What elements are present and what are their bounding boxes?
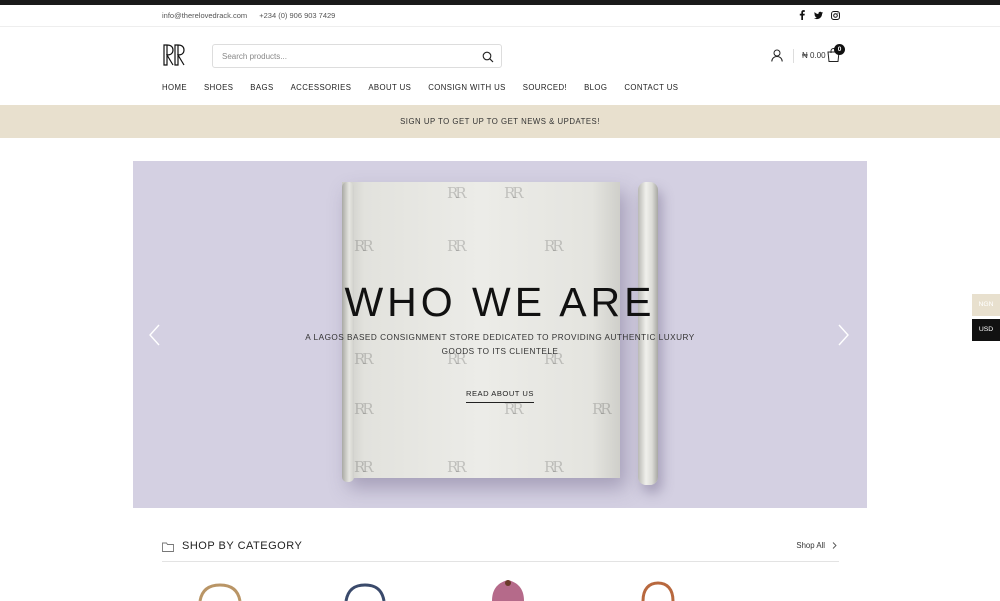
user-icon[interactable] (771, 49, 783, 62)
twitter-icon[interactable] (814, 10, 823, 20)
nav-item-accessories[interactable]: ACCESSORIES (291, 83, 352, 92)
watermark-logo: RR (544, 458, 564, 476)
shop-all-label: Shop All (796, 541, 825, 550)
category-thumbnail-3[interactable] (478, 578, 538, 601)
category-thumbnail-2[interactable] (340, 578, 390, 601)
watermark-logo: RR (354, 458, 374, 476)
hero-subtitle: A LAGOS BASED CONSIGNMENT STORE DEDICATE… (305, 333, 695, 356)
search-input[interactable] (213, 45, 463, 67)
cart-total[interactable]: ₦ 0.00 (802, 51, 826, 60)
folder-icon (162, 539, 174, 552)
shop-all-link[interactable]: Shop All (796, 541, 837, 550)
hero-cta-wrap: READ ABOUT US (133, 383, 867, 403)
hero-paper-image: RR RR RR RR RR RR RR RR RR RR RR RR RR R… (342, 182, 620, 478)
category-thumbnail-1[interactable] (195, 578, 245, 601)
social-links (797, 10, 840, 20)
read-about-us-link[interactable]: READ ABOUT US (466, 389, 534, 403)
instagram-icon[interactable] (831, 10, 840, 20)
nav-item-home[interactable]: HOME (162, 83, 187, 92)
watermark-logo: RR (447, 237, 467, 255)
nav-item-consign-with-us[interactable]: CONSIGN WITH US (428, 83, 505, 92)
nav-item-blog[interactable]: BLOG (584, 83, 607, 92)
contact-phone[interactable]: +234 (0) 906 903 7429 (259, 11, 335, 20)
watermark-logo: RR (354, 237, 374, 255)
watermark-logo: RR (447, 458, 467, 476)
cart-count-badge: 0 (834, 44, 845, 55)
nav-item-contact-us[interactable]: CONTACT US (624, 83, 678, 92)
promo-text: SIGN UP TO GET UP TO GET NEWS & UPDATES! (400, 117, 600, 126)
chevron-right-small-icon (832, 542, 837, 549)
nav-item-shoes[interactable]: SHOES (204, 83, 233, 92)
utility-bar: info@therelovedrack.com +234 (0) 906 903… (0, 5, 1000, 27)
site-logo[interactable] (162, 43, 186, 67)
promo-banner[interactable]: SIGN UP TO GET UP TO GET NEWS & UPDATES! (0, 105, 1000, 138)
nav-item-about-us[interactable]: ABOUT US (368, 83, 411, 92)
hero-slider: RR RR RR RR RR RR RR RR RR RR RR RR RR R… (133, 161, 867, 508)
watermark-logo: RR (504, 184, 524, 202)
search-icon[interactable] (482, 50, 494, 63)
chevron-right-icon[interactable] (837, 323, 851, 347)
header-divider (793, 49, 794, 63)
category-header: SHOP BY CATEGORY Shop All (162, 538, 839, 562)
contact-email[interactable]: info@therelovedrack.com (162, 11, 247, 20)
watermark-logo: RR (544, 237, 564, 255)
contact-info: info@therelovedrack.com +234 (0) 906 903… (162, 11, 345, 20)
currency-usd-button[interactable]: USD (972, 319, 1000, 341)
site-header: ₦ 0.00 0 HOME SHOES BAGS ACCESSORIES ABO… (0, 27, 1000, 105)
search-box (212, 44, 502, 68)
nav-item-sourced[interactable]: SOURCED! (523, 83, 567, 92)
facebook-icon[interactable] (797, 10, 806, 20)
category-title: SHOP BY CATEGORY (182, 540, 303, 552)
watermark-logo: RR (447, 184, 467, 202)
chevron-left-icon[interactable] (147, 323, 161, 347)
nav-item-bags[interactable]: BAGS (250, 83, 273, 92)
category-thumbnail-4[interactable] (633, 578, 683, 601)
currency-ngn-button[interactable]: NGN (972, 294, 1000, 316)
hero-title: WHO WE ARE (344, 279, 656, 325)
main-nav: HOME SHOES BAGS ACCESSORIES ABOUT US CON… (162, 83, 695, 92)
